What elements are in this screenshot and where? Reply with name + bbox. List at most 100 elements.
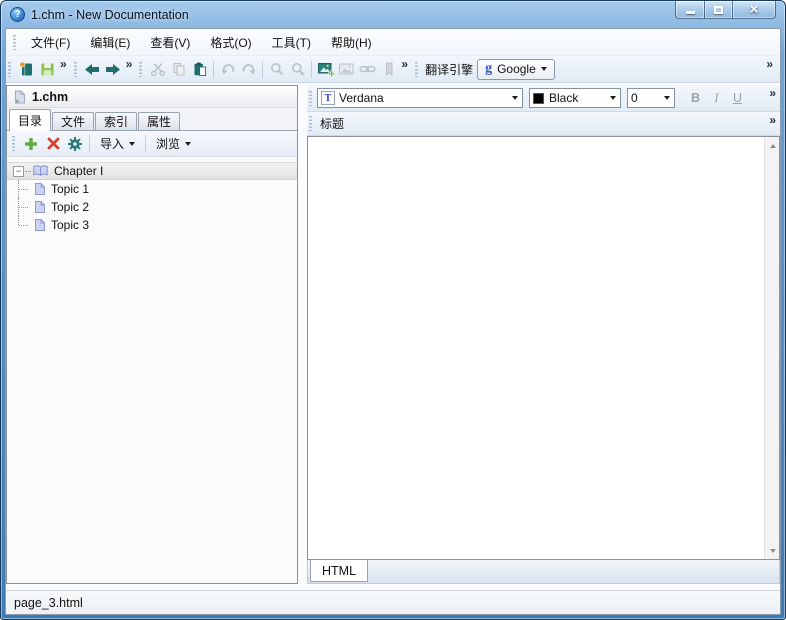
minimize-button[interactable] [675,1,704,19]
search-next-button[interactable] [287,58,308,80]
toolbar-separator [89,135,90,152]
toolbar-grip [139,61,143,77]
forward-button[interactable] [103,58,124,80]
copy-button[interactable] [168,58,189,80]
toolbar-overflow-chevron[interactable]: » [401,57,408,71]
bookmark-icon [385,62,393,77]
tab-contents[interactable]: 目录 [9,109,52,131]
menu-file[interactable]: 文件(F) [21,29,80,56]
toolbar-separator [262,60,264,78]
toolbar-overflow-chevron[interactable]: » [766,57,773,71]
delete-icon [47,137,59,150]
tab-label: HTML [322,563,357,578]
new-book-button[interactable] [16,58,37,80]
tree-node-label: Topic 1 [51,182,90,196]
add-topic-button[interactable] [20,133,42,155]
font-color-select[interactable]: Black [529,88,621,108]
insert-image-icon [317,62,335,77]
menu-edit[interactable]: 编辑(E) [80,29,140,56]
panel-splitter[interactable] [298,85,307,584]
redo-button[interactable] [238,58,259,80]
project-tabs: 目录 文件 索引 属性 [7,108,297,131]
tab-files[interactable]: 文件 [52,112,95,130]
gear-icon [68,136,82,151]
save-button[interactable] [37,58,58,80]
translate-engine-value: Google [497,62,536,76]
bold-button[interactable]: B [685,88,706,108]
tab-label: 文件 [61,115,86,129]
back-button[interactable] [82,58,103,80]
toolbar-overflow-chevron[interactable]: » [769,86,776,100]
tree-node-topic[interactable]: Topic 2 [7,198,297,216]
translate-engine-select[interactable]: g Google [477,58,555,80]
topic-settings-button[interactable] [64,133,86,155]
menu-view[interactable]: 查看(V) [140,29,200,56]
toolbar-overflow-chevron[interactable]: » [60,57,67,71]
color-swatch [533,92,544,104]
toolbar-grip [8,61,11,77]
search-button[interactable] [266,58,287,80]
title-toolbar: 标题 » [307,112,780,136]
toolbar-grip [73,61,77,77]
browse-button[interactable]: 浏览 [149,132,198,155]
delete-topic-button[interactable] [42,133,64,155]
bookmark-button[interactable] [378,58,399,80]
chevron-down-icon [659,89,674,107]
toolbar-group-edit: » [137,56,413,82]
scroll-up-button[interactable] [765,138,780,153]
toolbar-overflow-chevron[interactable]: » [126,57,133,71]
editor-scrollbar[interactable] [764,137,779,559]
image-icon [339,63,354,75]
paste-icon [194,62,206,76]
translate-engine-label: 翻译引擎 [425,62,474,77]
html-editor[interactable] [307,136,780,560]
menubar-grip [13,34,16,50]
link-icon [359,66,376,73]
redo-icon [242,64,256,75]
browse-label: 浏览 [156,137,181,151]
client-area: 文件(F) 编辑(E) 查看(V) 格式(O) 工具(T) 帮助(H) » » … [5,28,781,615]
font-size-value: 0 [631,91,638,105]
chevron-down-icon [507,89,522,107]
search-next-icon [291,63,305,75]
insert-image-button[interactable] [315,58,336,80]
menu-bar: 文件(F) 编辑(E) 查看(V) 格式(O) 工具(T) 帮助(H) [6,29,780,55]
scroll-down-button[interactable] [765,543,780,558]
underline-button[interactable]: U [727,88,748,108]
import-button[interactable]: 导入 [93,132,142,155]
link-button[interactable] [357,58,378,80]
menu-format[interactable]: 格式(O) [200,29,261,56]
add-icon [25,137,37,150]
italic-button[interactable]: I [706,88,727,108]
font-family-value: Verdana [339,91,384,105]
tab-properties[interactable]: 属性 [138,112,181,130]
paste-button[interactable] [189,58,210,80]
collapse-expander[interactable]: − [13,165,24,177]
tree-node-topic[interactable]: Topic 3 [7,216,297,234]
font-size-select[interactable]: 0 [627,88,675,108]
undo-icon [221,64,235,75]
tree-node-topic[interactable]: Topic 1 [7,180,297,198]
menu-help[interactable]: 帮助(H) [321,29,382,56]
tree-connector [18,198,30,216]
font-icon: T [321,91,335,105]
tree-node-chapter[interactable]: − Chapter I [7,162,297,180]
tab-index[interactable]: 索引 [95,112,138,130]
maximize-button[interactable] [704,1,732,19]
main-toolbar: » » » 翻译引擎 g Google » [6,55,780,83]
arrow-down-icon [769,548,776,553]
toolbar-separator [145,135,147,152]
menu-tools[interactable]: 工具(T) [262,29,321,56]
tree-toolbar: 导入 浏览 [7,131,297,157]
close-button[interactable]: × [732,1,776,19]
toolbar-overflow-chevron[interactable]: » [769,113,776,127]
image-button[interactable] [336,58,357,80]
font-toolbar: T Verdana Black 0 B I U » [307,85,780,112]
tab-html[interactable]: HTML [310,559,369,582]
undo-button[interactable] [217,58,238,80]
window-controls: × [675,1,776,19]
font-family-select[interactable]: T Verdana [317,88,523,108]
cut-button[interactable] [147,58,168,80]
import-label: 导入 [100,137,125,151]
tab-label: 索引 [104,115,129,129]
